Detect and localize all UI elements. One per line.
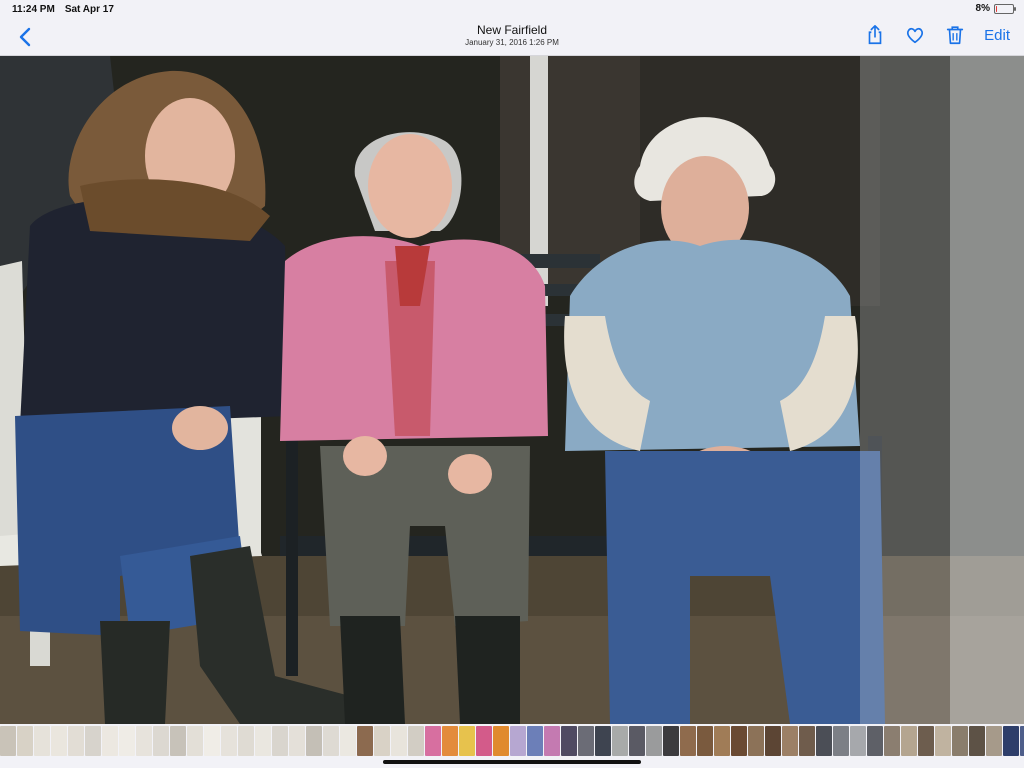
status-time: 11:24 PM bbox=[12, 4, 55, 15]
home-indicator[interactable] bbox=[383, 760, 641, 764]
edit-button[interactable]: Edit bbox=[984, 27, 1010, 44]
film-strip-thumbnail[interactable] bbox=[901, 726, 917, 756]
film-strip-thumbnail[interactable] bbox=[459, 726, 475, 756]
film-strip-thumbnail[interactable] bbox=[816, 726, 832, 756]
share-button[interactable] bbox=[864, 24, 886, 46]
film-strip-thumbnail[interactable] bbox=[629, 726, 645, 756]
film-strip-thumbnail[interactable] bbox=[884, 726, 900, 756]
film-strip-thumbnail[interactable] bbox=[102, 726, 118, 756]
battery-percent: 8% bbox=[975, 3, 990, 14]
film-strip-thumbnail[interactable] bbox=[493, 726, 509, 756]
film-strip-thumbnail[interactable] bbox=[850, 726, 866, 756]
photo-three-people-on-bench[interactable] bbox=[0, 56, 1024, 724]
film-strip-thumbnail[interactable] bbox=[17, 726, 33, 756]
battery-icon bbox=[994, 3, 1016, 14]
film-strip-thumbnail[interactable] bbox=[697, 726, 713, 756]
film-strip-thumbnail[interactable] bbox=[867, 726, 883, 756]
film-strip-thumbnail[interactable] bbox=[1020, 726, 1024, 756]
delete-button[interactable] bbox=[944, 24, 966, 46]
film-strip-thumbnail[interactable] bbox=[255, 726, 271, 756]
film-strip-thumbnail[interactable] bbox=[0, 726, 16, 756]
film-strip-thumbnail[interactable] bbox=[68, 726, 84, 756]
film-strip-thumbnail[interactable] bbox=[765, 726, 781, 756]
film-strip-thumbnail[interactable] bbox=[833, 726, 849, 756]
nav-bar: New Fairfield January 31, 2016 1:26 PM E… bbox=[0, 18, 1024, 56]
film-strip-thumbnail[interactable] bbox=[306, 726, 322, 756]
film-strip-thumbnail[interactable] bbox=[646, 726, 662, 756]
film-strip-thumbnail[interactable] bbox=[442, 726, 458, 756]
film-strip-thumbnail[interactable] bbox=[544, 726, 560, 756]
film-strip-thumbnail[interactable] bbox=[1003, 726, 1019, 756]
photo-film-strip[interactable] bbox=[0, 724, 1024, 758]
film-strip-thumbnail[interactable] bbox=[663, 726, 679, 756]
film-strip-thumbnail[interactable] bbox=[85, 726, 101, 756]
film-strip-thumbnail[interactable] bbox=[986, 726, 1002, 756]
film-strip-thumbnail[interactable] bbox=[731, 726, 747, 756]
status-bar: 11:24 PM Sat Apr 17 8% bbox=[0, 0, 1024, 18]
film-strip-thumbnail[interactable] bbox=[510, 726, 526, 756]
film-strip-thumbnail[interactable] bbox=[238, 726, 254, 756]
film-strip-thumbnail[interactable] bbox=[374, 726, 390, 756]
film-strip-thumbnail[interactable] bbox=[935, 726, 951, 756]
film-strip-thumbnail[interactable] bbox=[204, 726, 220, 756]
film-strip-thumbnail[interactable] bbox=[391, 726, 407, 756]
film-strip-thumbnail[interactable] bbox=[119, 726, 135, 756]
film-strip-thumbnail[interactable] bbox=[527, 726, 543, 756]
film-strip-thumbnail[interactable] bbox=[51, 726, 67, 756]
battery-fill bbox=[996, 5, 997, 12]
film-strip-thumbnail[interactable] bbox=[918, 726, 934, 756]
film-strip-thumbnail[interactable] bbox=[578, 726, 594, 756]
film-strip-thumbnail[interactable] bbox=[952, 726, 968, 756]
film-strip-thumbnail[interactable] bbox=[561, 726, 577, 756]
nav-actions: Edit bbox=[864, 24, 1010, 46]
film-strip-thumbnail[interactable] bbox=[340, 726, 356, 756]
film-strip-thumbnail[interactable] bbox=[289, 726, 305, 756]
film-strip-thumbnail[interactable] bbox=[34, 726, 50, 756]
share-icon bbox=[868, 25, 882, 45]
film-strip-thumbnail[interactable] bbox=[612, 726, 628, 756]
film-strip-thumbnail[interactable] bbox=[680, 726, 696, 756]
film-strip-thumbnail[interactable] bbox=[408, 726, 424, 756]
favorite-button[interactable] bbox=[904, 24, 926, 46]
film-strip-thumbnail[interactable] bbox=[272, 726, 288, 756]
photo-illustration bbox=[0, 56, 1024, 724]
film-strip-thumbnail[interactable] bbox=[782, 726, 798, 756]
film-strip-thumbnail[interactable] bbox=[969, 726, 985, 756]
heart-icon bbox=[907, 27, 924, 44]
film-strip-thumbnail[interactable] bbox=[323, 726, 339, 756]
film-strip-thumbnail[interactable] bbox=[799, 726, 815, 756]
film-strip-thumbnail[interactable] bbox=[170, 726, 186, 756]
trash-icon bbox=[946, 26, 964, 45]
film-strip-thumbnail[interactable] bbox=[187, 726, 203, 756]
film-strip-thumbnail[interactable] bbox=[476, 726, 492, 756]
status-date: Sat Apr 17 bbox=[64, 4, 114, 15]
film-strip-thumbnail[interactable] bbox=[357, 726, 373, 756]
film-strip-thumbnail[interactable] bbox=[595, 726, 611, 756]
film-strip-thumbnail[interactable] bbox=[136, 726, 152, 756]
film-strip-thumbnail[interactable] bbox=[153, 726, 169, 756]
film-strip-thumbnail[interactable] bbox=[425, 726, 441, 756]
film-strip-thumbnail[interactable] bbox=[714, 726, 730, 756]
film-strip-thumbnail[interactable] bbox=[748, 726, 764, 756]
film-strip-thumbnail[interactable] bbox=[221, 726, 237, 756]
